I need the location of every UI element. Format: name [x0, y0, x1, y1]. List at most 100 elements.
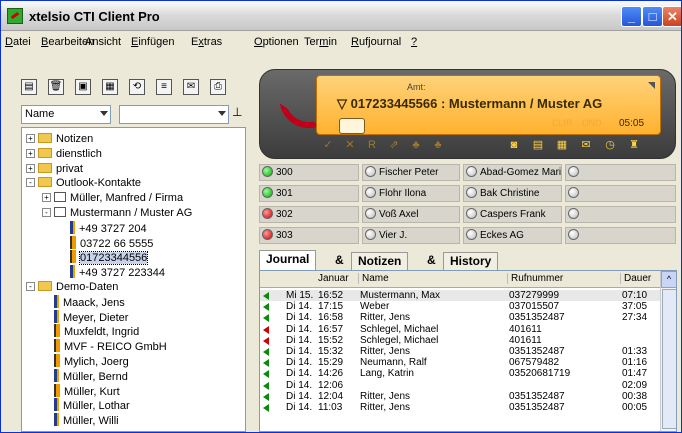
refresh-icon[interactable]: ⟲	[129, 79, 145, 95]
copy-icon[interactable]: ▣	[75, 79, 91, 95]
line-button[interactable]	[565, 185, 676, 202]
line-button[interactable]: Flohr Ilona	[362, 185, 460, 202]
tree-node[interactable]: Müller, Lothar	[42, 398, 130, 413]
expand-icon[interactable]: +	[26, 148, 35, 158]
maximize-button[interactable]: □	[642, 6, 663, 27]
line-button[interactable]: Vier J.	[362, 227, 460, 244]
new-card-icon[interactable]: ▤	[21, 79, 37, 95]
tree-node[interactable]: Müller, Willi	[42, 413, 119, 428]
menu-item[interactable]: Einfügen	[131, 36, 174, 48]
journal-row[interactable]: Mi 15. 16:52 Mustermann, Max 037279999 07:10	[260, 290, 660, 301]
search-field-combo[interactable]: Name	[21, 105, 111, 124]
tree-node[interactable]: 03722 66 5555	[58, 235, 153, 251]
call-action-icon[interactable]: ⇗	[386, 138, 402, 152]
menu-item[interactable]: Extras	[191, 36, 222, 48]
tree-node[interactable]: - Demo-Daten	[26, 280, 118, 295]
journal-row[interactable]: Di 14. 15:52 Schlegel, Michael 401611	[260, 335, 660, 346]
tree-node[interactable]: Muxfeldt, Ingrid	[42, 324, 139, 339]
tree-node[interactable]: + privat	[26, 162, 83, 177]
journal-row[interactable]: Di 14. 16:57 Schlegel, Michael 401611	[260, 324, 660, 335]
expand-icon[interactable]: +	[42, 193, 51, 203]
journal-row[interactable]: Di 14. 11:03 Ritter, Jens 0351352487 00:05	[260, 402, 660, 413]
line-button[interactable]: 301	[259, 185, 359, 202]
call-action-icon[interactable]: ▦	[554, 138, 570, 152]
tree-node[interactable]: Mylich, Joerg	[42, 354, 129, 369]
tree-node[interactable]: Müller, Kurt	[42, 383, 120, 399]
line-button[interactable]	[565, 206, 676, 223]
filter-combo[interactable]	[119, 105, 229, 124]
tree-node[interactable]: Maack, Jens	[42, 294, 125, 310]
menu-item[interactable]: Rufjournal	[351, 36, 401, 48]
tab-history[interactable]: History	[443, 252, 499, 270]
minimize-button[interactable]: _	[621, 6, 642, 27]
journal-row[interactable]: Di 14. 14:26 Lang, Katrin 03520681719 01:47	[260, 368, 660, 379]
journal-row[interactable]: Di 14. 12:04 Ritter, Jens 0351352487 00:38	[260, 391, 660, 402]
line-button[interactable]: Bak Christine	[463, 185, 562, 202]
delete-icon[interactable]: 🗑	[48, 79, 64, 95]
call-action-icon[interactable]: R	[364, 138, 380, 152]
journal-row[interactable]: Di 14. 12:06 02:09	[260, 380, 660, 391]
title-bar[interactable]: xtelsio CTI Client Pro _ □ ✕	[1, 1, 681, 31]
tree-node[interactable]: - Mustermann / Muster AG	[42, 206, 192, 221]
tab-notizen[interactable]: Notizen	[351, 252, 409, 270]
collapse-icon[interactable]: -	[42, 208, 51, 217]
call-action-icon[interactable]: ▤	[530, 138, 546, 152]
journal-row[interactable]: Di 14. 15:32 Ritter, Jens 0351352487 01:33	[260, 346, 660, 357]
line-button[interactable]: Eckes AG	[463, 227, 562, 244]
tree-node[interactable]: 01723344556	[58, 250, 149, 266]
menu-item[interactable]: Ansicht	[85, 36, 121, 48]
line-button[interactable]: Abad-Gomez Maria	[463, 164, 562, 181]
line-button[interactable]: 300	[259, 164, 359, 181]
line-button[interactable]	[565, 164, 676, 181]
journal-row[interactable]: Di 14. 17:15 Weber 037015507 37:05	[260, 301, 660, 312]
tab-journal[interactable]: Journal	[259, 250, 317, 270]
journal-row[interactable]: Di 14. 15:29 Neumann, Ralf 067579482 01:16	[260, 357, 660, 368]
menu-item[interactable]: ?	[411, 36, 417, 48]
close-button[interactable]: ✕	[662, 6, 681, 27]
menu-item[interactable]: Datei	[5, 36, 31, 48]
column-header-number[interactable]: Rufnummer	[507, 273, 563, 284]
collapse-icon[interactable]: -	[26, 178, 35, 188]
call-action-icon[interactable]: ♜	[626, 138, 642, 152]
tree-node[interactable]: Müller, Bernd	[42, 368, 128, 384]
print-icon[interactable]: ⎙	[210, 79, 226, 95]
column-header-duration[interactable]: Dauer	[620, 273, 651, 284]
call-action-icon[interactable]: ✕	[342, 138, 358, 152]
line-button[interactable]: Voß Axel	[362, 206, 460, 223]
tree-node[interactable]: + Müller, Manfred / Firma	[42, 191, 183, 206]
menu-item[interactable]: Termin	[304, 36, 337, 48]
line-button[interactable]	[565, 227, 676, 244]
journal-row[interactable]: Di 14. 16:58 Ritter, Jens 0351352487 27:34	[260, 312, 660, 323]
list-icon[interactable]: ≡	[156, 79, 172, 95]
tree-node[interactable]: - Outlook-Kontakte	[26, 176, 141, 191]
handset-icon[interactable]	[279, 97, 321, 133]
mail-icon[interactable]: ✉	[183, 79, 199, 95]
menu-item[interactable]: Optionen	[254, 36, 299, 48]
tree-node[interactable]: + dienstlich	[26, 147, 102, 162]
call-action-icon[interactable]: ✉	[578, 138, 594, 152]
line-button[interactable]: 302	[259, 206, 359, 223]
column-header-name[interactable]: Name	[358, 273, 389, 284]
tree-node[interactable]: MVF - REICO GmbH	[42, 339, 167, 354]
call-action-icon[interactable]: ✓	[320, 138, 336, 152]
call-action-icon[interactable]: ♣	[408, 138, 424, 152]
scroll-up-button[interactable]: ^	[661, 271, 676, 288]
collapse-icon[interactable]: -	[26, 282, 35, 291]
tree-node[interactable]: + Notizen	[26, 132, 93, 147]
column-header-date[interactable]: Januar	[318, 273, 349, 284]
call-action-icon[interactable]: ♣	[430, 138, 446, 152]
pin-icon[interactable]: ⊥	[232, 105, 244, 121]
line-button[interactable]: Caspers Frank	[463, 206, 562, 223]
expand-icon[interactable]: +	[26, 163, 35, 173]
call-tab-button[interactable]	[339, 118, 365, 134]
call-action-icon[interactable]: ◙	[506, 138, 522, 152]
scroll-thumb[interactable]	[662, 289, 676, 429]
journal-scrollbar[interactable]: ^	[660, 271, 676, 431]
corner-menu-icon[interactable]	[648, 82, 655, 89]
line-button[interactable]: Fischer Peter	[362, 164, 460, 181]
line-button[interactable]: 303	[259, 227, 359, 244]
expand-icon[interactable]: +	[26, 134, 35, 143]
tree-node[interactable]: +49 3727 223344	[58, 265, 165, 280]
paste-icon[interactable]: ▦	[102, 79, 118, 95]
tree-node[interactable]: Meyer, Dieter	[42, 309, 128, 325]
